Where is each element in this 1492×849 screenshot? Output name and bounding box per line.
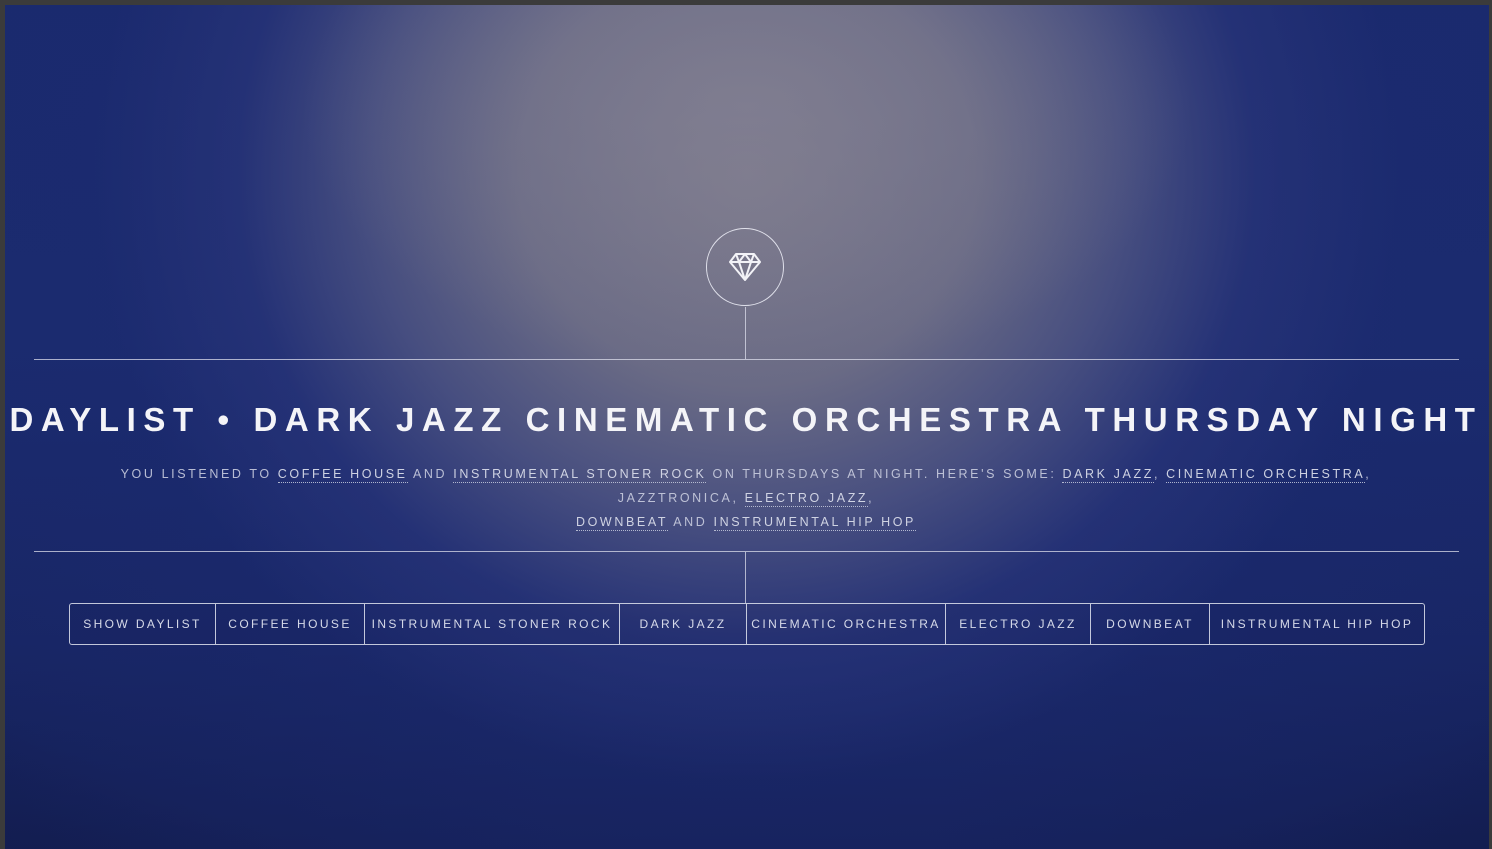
link-downbeat[interactable]: DOWNBEAT	[575, 515, 668, 531]
link-instrumental-stoner-rock[interactable]: INSTRUMENTAL STONER ROCK	[453, 467, 707, 483]
dark-jazz-button[interactable]: DARK JAZZ	[620, 604, 747, 644]
instrumental-hip-hop-button[interactable]: INSTRUMENTAL HIP HOP	[1210, 604, 1424, 644]
downbeat-button[interactable]: DOWNBEAT	[1091, 604, 1210, 644]
desc-and: AND	[667, 515, 714, 529]
divider-bottom	[34, 551, 1459, 552]
connector-line-top	[745, 307, 746, 359]
desc-sep: ,	[868, 491, 875, 505]
link-dark-jazz[interactable]: DARK JAZZ	[1062, 467, 1154, 483]
show-daylist-button[interactable]: SHOW DAYLIST	[70, 604, 216, 644]
link-coffee-house[interactable]: COFFEE HOUSE	[277, 467, 408, 483]
desc-intro: YOU LISTENED TO	[120, 467, 278, 481]
coffee-house-button[interactable]: COFFEE HOUSE	[216, 604, 365, 644]
desc-sep: ,	[1153, 467, 1167, 481]
connector-line-bottom	[745, 552, 746, 603]
description: YOU LISTENED TO COFFEE HOUSE AND INSTRUM…	[85, 462, 1407, 534]
desc-and: AND	[407, 467, 454, 481]
link-electro-jazz[interactable]: ELECTRO JAZZ	[744, 491, 869, 507]
page-title: DAYLIST • DARK JAZZ CINEMATIC ORCHESTRA …	[9, 401, 1483, 438]
diamond-badge	[706, 228, 784, 306]
page-frame: DAYLIST • DARK JAZZ CINEMATIC ORCHESTRA …	[0, 0, 1492, 849]
diamond-icon	[729, 253, 761, 281]
electro-jazz-button[interactable]: ELECTRO JAZZ	[946, 604, 1091, 644]
divider-top	[34, 359, 1459, 360]
cinematic-orchestra-button[interactable]: CINEMATIC ORCHESTRA	[747, 604, 946, 644]
link-instrumental-hip-hop[interactable]: INSTRUMENTAL HIP HOP	[713, 515, 916, 531]
link-cinematic-orchestra[interactable]: CINEMATIC ORCHESTRA	[1166, 467, 1366, 483]
genre-button-bar: SHOW DAYLIST COFFEE HOUSE INSTRUMENTAL S…	[69, 603, 1425, 645]
instrumental-stoner-rock-button[interactable]: INSTRUMENTAL STONER ROCK	[365, 604, 620, 644]
desc-middle: ON THURSDAYS AT NIGHT. HERE'S SOME:	[706, 467, 1063, 481]
